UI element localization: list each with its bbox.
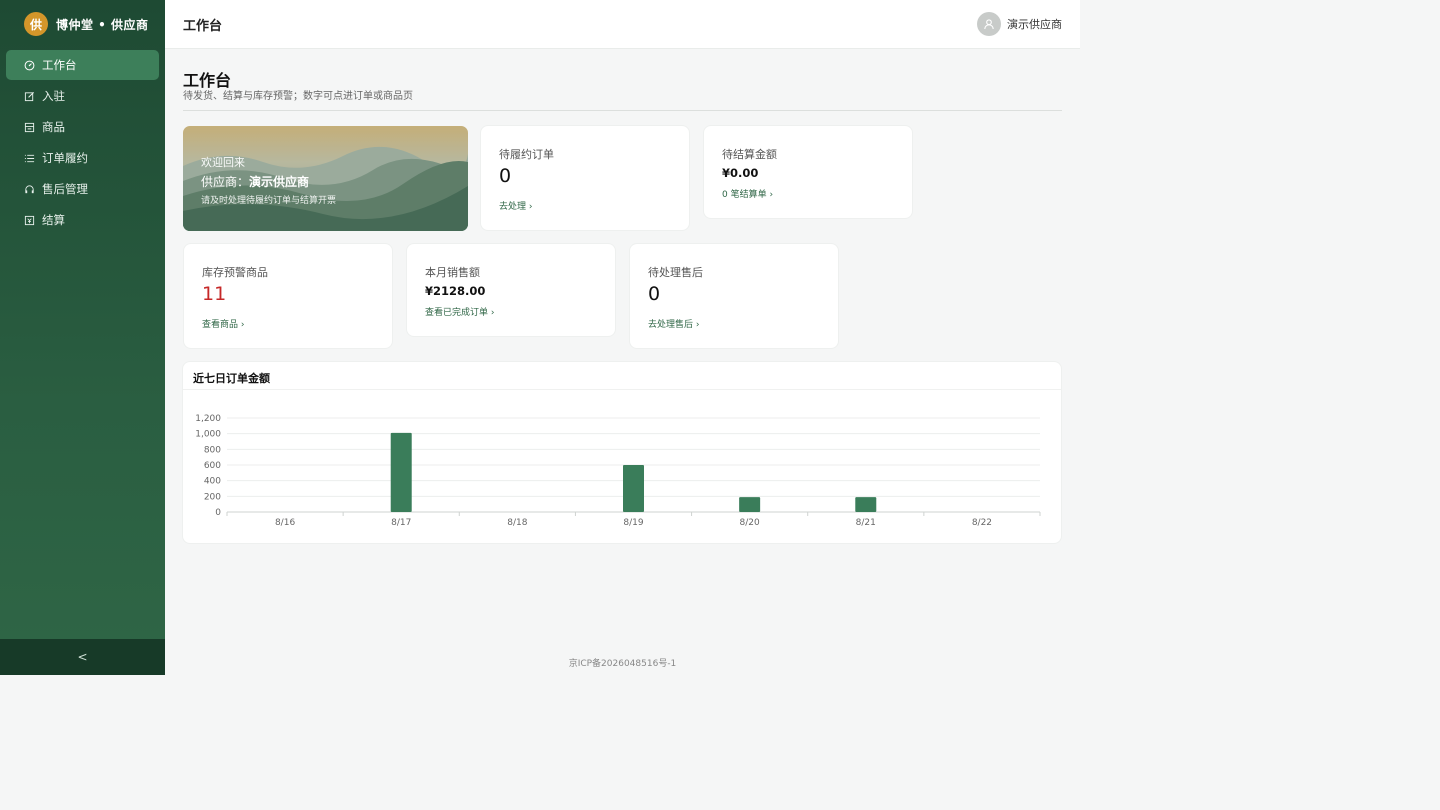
sidebar-item-label: 工作台 xyxy=(42,58,77,72)
order-amount-chart-card: 近七日订单金额 0 200 400 600 800 1,000 1,200 8/16 8/17 8… xyxy=(183,362,1061,543)
goods-icon xyxy=(23,121,35,133)
card-label: 待履约订单 xyxy=(499,148,554,161)
x-tick-label: 8/20 xyxy=(740,518,760,528)
banner-supplier-name: 演示供应商 xyxy=(249,175,310,189)
y-tick-label: 200 xyxy=(204,492,221,502)
top-header: 工作台 演示供应商 xyxy=(165,0,1080,49)
user-icon xyxy=(984,19,994,30)
pending-orders-card[interactable]: 待履约订单 0 去处理 › xyxy=(481,126,689,230)
sidebar-item-label: 结算 xyxy=(42,213,65,227)
y-tick-label: 400 xyxy=(204,477,221,487)
stock-alert-card[interactable]: 库存预警商品 11 查看商品 › xyxy=(184,244,392,348)
main-content: 工作台 待发货、结算与库存预警；数字可点进订单或商品页 欢迎回来 供应商：演示供… xyxy=(165,48,1080,675)
card-label: 库存预警商品 xyxy=(202,266,268,279)
card-value[interactable]: ¥0.00 xyxy=(722,166,758,180)
y-tick-label: 1,000 xyxy=(195,430,221,440)
divider xyxy=(183,110,1062,111)
sidebar: 供 博仲堂 • 供应商 工作台 入驻 商品 订单履约 售后管理 结算 < xyxy=(0,0,165,675)
x-tick-label: 8/17 xyxy=(391,518,411,528)
sidebar-item-aftersale[interactable]: 售后管理 xyxy=(6,174,159,204)
page-subtitle: 待发货、结算与库存预警；数字可点进订单或商品页 xyxy=(183,91,413,102)
x-tick-label: 8/21 xyxy=(856,518,876,528)
sidebar-item-dashboard[interactable]: 工作台 xyxy=(6,50,159,80)
brand-logo: 供 xyxy=(24,12,48,36)
banner-supplier-prefix: 供应商： xyxy=(201,175,250,189)
app-window: 供 博仲堂 • 供应商 工作台 入驻 商品 订单履约 售后管理 结算 < 工作台… xyxy=(0,0,1080,675)
header-title: 工作台 xyxy=(183,18,223,34)
y-tick-label: 800 xyxy=(204,445,221,455)
y-tick-label: 1,200 xyxy=(195,414,221,424)
footer-icp[interactable]: 京ICP备2026048516号-1 xyxy=(165,656,1080,669)
card-value[interactable]: 11 xyxy=(202,283,226,305)
view-goods-link[interactable]: 查看商品 › xyxy=(202,317,244,330)
card-value[interactable]: ¥2128.00 xyxy=(425,284,485,298)
pending-aftersale-card[interactable]: 待处理售后 0 去处理售后 › xyxy=(630,244,838,348)
chart-bar xyxy=(739,497,761,512)
sidebar-item-onboard[interactable]: 入驻 xyxy=(6,81,159,111)
completed-orders-link[interactable]: 查看已完成订单 › xyxy=(425,305,494,318)
sidebar-item-goods[interactable]: 商品 xyxy=(6,112,159,142)
sidebar-item-settlement[interactable]: 结算 xyxy=(6,205,159,235)
card-label: 待结算金额 xyxy=(722,148,777,161)
x-tick-label: 8/18 xyxy=(507,518,527,528)
sidebar-item-label: 售后管理 xyxy=(42,182,88,196)
pending-orders-link[interactable]: 去处理 › xyxy=(499,199,532,212)
chart-bar xyxy=(390,432,412,512)
card-label: 本月销售额 xyxy=(425,266,480,279)
edit-icon xyxy=(23,90,35,102)
sidebar-item-label: 入驻 xyxy=(42,89,65,103)
list-icon xyxy=(23,152,35,164)
banner-greeting: 欢迎回来 xyxy=(201,156,245,169)
brand[interactable]: 供 博仲堂 • 供应商 xyxy=(0,0,165,48)
bar-chart: 0 200 400 600 800 1,000 1,200 8/16 8/17 8/18 8/19 8… xyxy=(195,414,1041,528)
settle-icon xyxy=(23,214,35,226)
sidebar-nav: 工作台 入驻 商品 订单履约 售后管理 结算 xyxy=(0,50,165,235)
banner-hint: 请及时处理待履约订单与结算开票 xyxy=(201,196,337,206)
sidebar-collapse-button[interactable]: < xyxy=(0,639,165,675)
aftersale-link[interactable]: 去处理售后 › xyxy=(648,317,699,330)
card-value[interactable]: 0 xyxy=(648,283,660,305)
welcome-banner: 欢迎回来 供应商：演示供应商 请及时处理待履约订单与结算开票 xyxy=(183,126,468,231)
card-label: 待处理售后 xyxy=(648,266,703,279)
headset-icon xyxy=(23,183,35,195)
settlement-link[interactable]: 0 笔结算单 › xyxy=(722,187,773,200)
sidebar-item-orders[interactable]: 订单履约 xyxy=(6,143,159,173)
banner-supplier: 供应商：演示供应商 xyxy=(201,173,336,190)
x-tick-label: 8/16 xyxy=(275,518,295,528)
x-tick-label: 8/19 xyxy=(623,518,643,528)
brand-name: 博仲堂 • 供应商 xyxy=(56,17,149,32)
sidebar-item-label: 商品 xyxy=(42,120,65,134)
pending-settlement-card[interactable]: 待结算金额 ¥0.00 0 笔结算单 › xyxy=(704,126,912,218)
card-value[interactable]: 0 xyxy=(499,165,511,187)
chart-bar xyxy=(855,497,877,512)
x-tick-label: 8/22 xyxy=(972,518,992,528)
user-menu[interactable]: 演示供应商 xyxy=(977,12,1062,36)
y-tick-label: 600 xyxy=(204,461,221,471)
chart-bar xyxy=(623,465,644,512)
avatar xyxy=(977,12,1001,36)
monthly-sales-card[interactable]: 本月销售额 ¥2128.00 查看已完成订单 › xyxy=(407,244,615,336)
y-tick-label: 0 xyxy=(215,508,221,518)
sidebar-item-label: 订单履约 xyxy=(42,151,88,165)
dashboard-icon xyxy=(23,59,35,71)
chevron-left-icon: < xyxy=(77,650,88,664)
user-name: 演示供应商 xyxy=(1007,18,1062,31)
